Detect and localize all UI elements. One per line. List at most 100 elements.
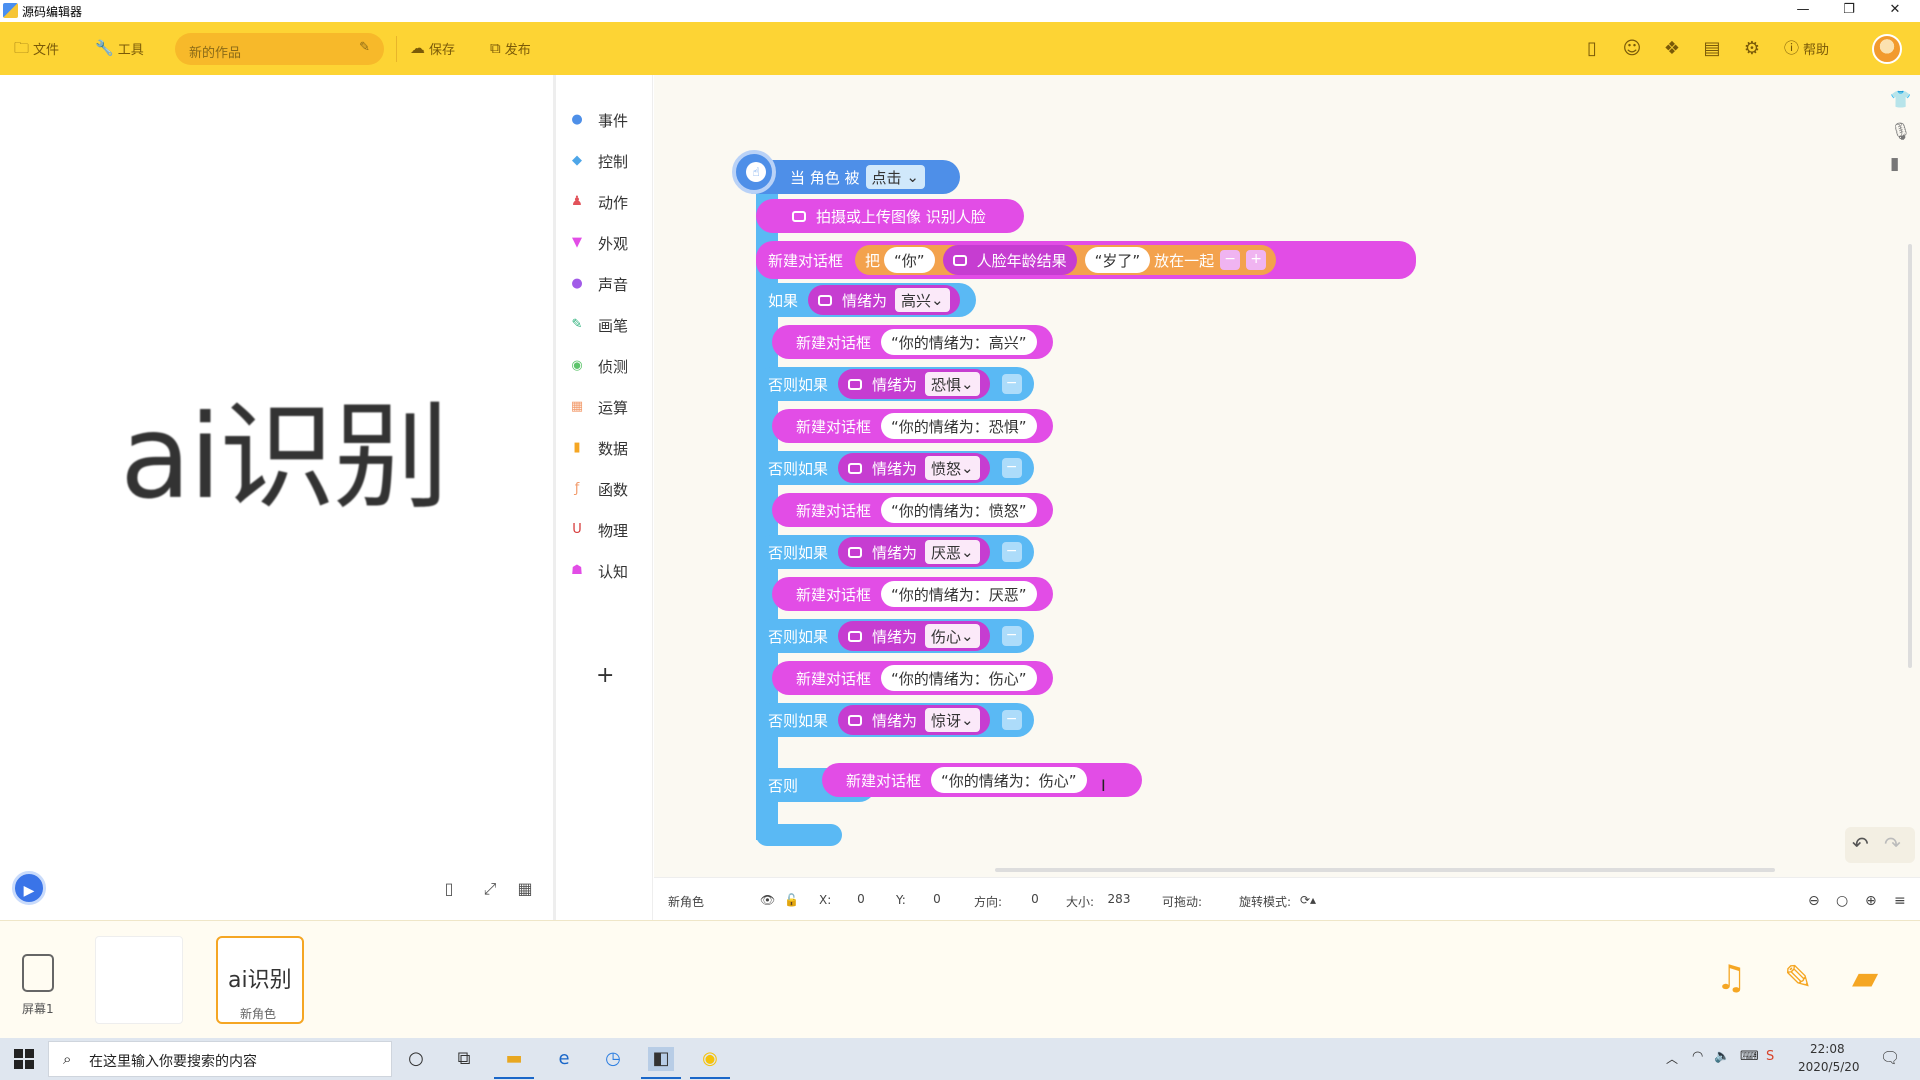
dialog-text-else[interactable]: “你的情绪为：伤心” [931, 767, 1087, 793]
sprite-name[interactable]: 新角色 [668, 893, 704, 910]
volume-icon[interactable]: 🔈 [1714, 1049, 1730, 1064]
file-menu[interactable]: 🗀 文件 [14, 39, 59, 59]
robot-icon[interactable]: ☺ [1621, 38, 1643, 59]
capture-face-block[interactable]: 拍摄或上传图像 识别人脸 [756, 199, 1024, 233]
background-thumbnail[interactable] [95, 936, 183, 1024]
if-block[interactable]: 如果 情绪为 高兴 ⌄ [756, 283, 976, 317]
chart-icon[interactable]: ▮ [1890, 154, 1914, 174]
emotion-dropdown[interactable]: 惊讶 ⌄ [925, 708, 980, 732]
category-2[interactable]: ♟ 动作 [568, 187, 654, 217]
clock-time[interactable]: 22:08 [1810, 1042, 1845, 1056]
save-button[interactable]: ☁ 保存 [410, 39, 455, 59]
music-icon[interactable]: ♫ [1716, 958, 1746, 998]
microphone-icon[interactable]: 🎙 [1890, 122, 1914, 142]
dialog-block-4[interactable]: 新建对话框 “你的情绪为：伤心” [772, 661, 1053, 695]
costume-icon[interactable]: 👕 [1890, 90, 1914, 110]
category-3[interactable]: ▼ 外观 [568, 228, 654, 258]
tools-menu[interactable]: 🔧 工具 [95, 39, 144, 59]
kitten-app-icon[interactable]: ◉ [697, 1047, 723, 1071]
dialog-block-0[interactable]: 新建对话框 “你的情绪为：高兴” [772, 325, 1053, 359]
size-field[interactable]: 283 [1094, 888, 1144, 910]
redo-icon[interactable]: ↷ [1884, 832, 1901, 856]
category-11[interactable]: ☗ 认知 [568, 556, 654, 586]
stage-sprite-text[interactable]: ai识别 [120, 400, 449, 516]
add-category-button[interactable]: + [596, 663, 614, 688]
category-7[interactable]: ▦ 运算 [568, 392, 654, 422]
category-8[interactable]: ▮ 数据 [568, 433, 654, 463]
dialog-block-2[interactable]: 新建对话框 “你的情绪为：愤怒” [772, 493, 1053, 527]
vertical-scrollbar[interactable] [1908, 244, 1912, 668]
emotion-condition-block[interactable]: 情绪为 厌恶 ⌄ [838, 537, 990, 567]
settings-icon[interactable]: ⚙ [1741, 38, 1763, 59]
close-button[interactable]: ✕ [1872, 0, 1918, 22]
taskbar-search[interactable]: ⌕ 在这里输入你要搜索的内容 [48, 1041, 392, 1077]
age-result-block[interactable]: 人脸年龄结果 [942, 245, 1077, 275]
sogou-icon[interactable]: S [1766, 1049, 1774, 1064]
clock-date[interactable]: 2020/5/20 [1798, 1060, 1860, 1074]
play-button[interactable]: ▶ [12, 871, 46, 905]
help-button[interactable]: ⓘ 帮助 [1784, 39, 1829, 59]
fullscreen-icon[interactable]: ⤢ [478, 877, 502, 901]
category-5[interactable]: ✎ 画笔 [568, 310, 654, 340]
emotion-condition-block[interactable]: 情绪为 高兴 ⌄ [808, 285, 960, 315]
add-param-button[interactable]: + [1246, 250, 1267, 270]
else-if-block[interactable]: 否则如果 情绪为 伤心 ⌄ − [756, 619, 1034, 653]
category-4[interactable]: ● 声音 [568, 269, 654, 299]
direction-field[interactable]: 0 [1010, 888, 1060, 910]
emotion-condition-block[interactable]: 情绪为 惊讶 ⌄ [838, 705, 990, 735]
zoom-reset-icon[interactable]: ○ [1836, 893, 1848, 909]
menu-icon[interactable]: ≡ [1894, 893, 1906, 909]
clock-app-icon[interactable]: ◷ [600, 1047, 626, 1071]
visibility-icon[interactable]: 👁 [760, 893, 775, 907]
else-if-block[interactable]: 否则如果 情绪为 愤怒 ⌄ − [756, 451, 1034, 485]
tray-expand-icon[interactable]: ︿ [1666, 1050, 1678, 1067]
emotion-condition-block[interactable]: 情绪为 伤心 ⌄ [838, 621, 990, 651]
lock-icon[interactable]: 🔓 [784, 893, 799, 907]
else-if-block[interactable]: 否则如果 情绪为 厌恶 ⌄ − [756, 535, 1034, 569]
dialog-text[interactable]: “你的情绪为：伤心” [881, 665, 1037, 691]
zoom-out-icon[interactable]: ⊖ [1808, 893, 1820, 909]
horizontal-scrollbar[interactable] [995, 868, 1775, 872]
category-9[interactable]: ƒ 函数 [568, 474, 654, 504]
group-icon[interactable]: ❖ [1661, 38, 1683, 59]
rotation-mode-icon[interactable]: ⟳▴ [1300, 893, 1316, 907]
join-string-2[interactable]: “岁了” [1084, 247, 1151, 273]
dialog-text[interactable]: “你的情绪为：厌恶” [881, 581, 1037, 607]
remove-branch-button[interactable]: − [1001, 626, 1022, 646]
file-explorer-icon[interactable]: ▬ [501, 1047, 527, 1071]
remove-branch-button[interactable]: − [1001, 710, 1022, 730]
publish-button[interactable]: ⧉ 发布 [490, 39, 531, 59]
editor-app-icon[interactable]: ◧ [648, 1047, 674, 1071]
zoom-in-icon[interactable]: ⊕ [1865, 893, 1877, 909]
project-name-field[interactable]: 新的作品 ✎ [175, 33, 384, 65]
remove-param-button[interactable]: − [1220, 250, 1241, 270]
notification-icon[interactable]: 🗨 [1880, 1048, 1900, 1067]
dialog-block-1[interactable]: 新建对话框 “你的情绪为：恐惧” [772, 409, 1053, 443]
emotion-dropdown[interactable]: 恐惧 ⌄ [925, 372, 980, 396]
dialog-block-else[interactable]: 新建对话框 “你的情绪为：伤心” [822, 763, 1142, 797]
cortana-icon[interactable]: ○ [403, 1047, 429, 1071]
undo-icon[interactable]: ↶ [1852, 832, 1869, 856]
minimize-button[interactable]: — [1780, 0, 1826, 22]
dialog-block-3[interactable]: 新建对话框 “你的情绪为：厌恶” [772, 577, 1053, 611]
pencil-paint-icon[interactable]: ✎ [1784, 958, 1813, 998]
emotion-dropdown[interactable]: 厌恶 ⌄ [925, 540, 980, 564]
hat-option-dropdown[interactable]: 点击 ⌄ [865, 165, 925, 189]
calendar-icon[interactable]: ▤ [1701, 38, 1723, 59]
emotion-condition-block[interactable]: 情绪为 愤怒 ⌄ [838, 453, 990, 483]
maximize-button[interactable]: ❐ [1826, 0, 1872, 22]
dialog-text[interactable]: “你的情绪为：恐惧” [881, 413, 1037, 439]
dialog-text[interactable]: “你的情绪为：高兴” [881, 329, 1037, 355]
edge-icon[interactable]: e [551, 1047, 577, 1071]
emotion-dropdown[interactable]: 伤心 ⌄ [925, 624, 980, 648]
emotion-dropdown[interactable]: 愤怒 ⌄ [925, 456, 980, 480]
remove-branch-button[interactable]: − [1001, 374, 1022, 394]
dialog-join-block[interactable]: 新建对话框 把 “你” 人脸年龄结果 “岁了” 放在一起 − + [756, 241, 1416, 279]
else-if-block[interactable]: 否则如果 情绪为 恐惧 ⌄ − [756, 367, 1034, 401]
category-0[interactable]: ● 事件 [568, 105, 654, 135]
dialog-text[interactable]: “你的情绪为：愤怒” [881, 497, 1037, 523]
category-1[interactable]: ◆ 控制 [568, 146, 654, 176]
remove-branch-button[interactable]: − [1001, 542, 1022, 562]
else-if-block[interactable]: 否则如果 情绪为 惊讶 ⌄ − [756, 703, 1034, 737]
category-6[interactable]: ◉ 侦测 [568, 351, 654, 381]
